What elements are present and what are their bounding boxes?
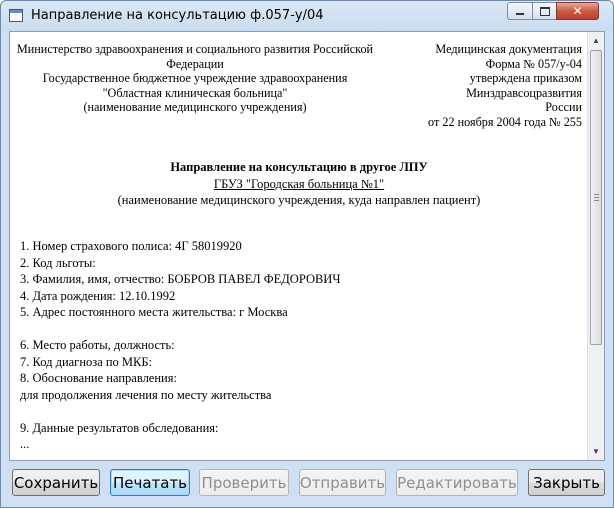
header-right: Медицинская документация Форма № 057/у-0… bbox=[352, 42, 582, 129]
field-line: 5. Адрес постоянного места жительства: г… bbox=[20, 305, 288, 319]
print-button[interactable]: Печатать bbox=[110, 469, 190, 496]
field-line: 7. Код диагноза по МКБ: bbox=[20, 354, 153, 369]
title-block: Направление на консультацию в другое ЛПУ… bbox=[10, 159, 588, 209]
app-window: Направление на консультацию ф.057-у/04 ✕… bbox=[0, 0, 614, 508]
field-list: 1. Номер страхового полиса: 4Г 58019920 … bbox=[20, 238, 340, 453]
send-button[interactable]: Отправить bbox=[299, 469, 386, 496]
header-right-line: Форма № 057/у-04 bbox=[485, 56, 582, 71]
vertical-scrollbar[interactable]: ▲ ▼ bbox=[587, 32, 604, 460]
scroll-up-arrow-icon[interactable]: ▲ bbox=[588, 32, 604, 49]
grip-line bbox=[594, 197, 599, 198]
field-line: 3. Фамилия, имя, отчество: БОБРОВ ПАВЕЛ … bbox=[20, 272, 341, 286]
check-button[interactable]: Проверить bbox=[199, 469, 289, 496]
grip-line bbox=[594, 200, 599, 201]
destination-name: ГБУЗ "Городская больница №1" bbox=[213, 176, 385, 191]
minimize-button[interactable] bbox=[507, 2, 533, 20]
close-icon: ✕ bbox=[572, 4, 583, 18]
scrollbar-thumb[interactable] bbox=[590, 50, 602, 345]
close-window-button[interactable]: ✕ bbox=[556, 2, 599, 20]
header-left-line: Министерство здравоохранения и социально… bbox=[16, 42, 374, 56]
field-line: 4. Дата рождения: 12.10.1992 bbox=[20, 288, 176, 303]
document-page: Министерство здравоохранения и социально… bbox=[10, 32, 588, 460]
maximize-icon bbox=[539, 6, 550, 16]
grip-line bbox=[594, 194, 599, 195]
header-right-line: утверждена приказом Минздравсоцразвития bbox=[466, 71, 582, 100]
field-line: для продолжения лечения по месту жительс… bbox=[20, 387, 272, 402]
header-left-line: "Областная клиническая больница" bbox=[102, 85, 288, 100]
field-line: 6. Место работы, должность: bbox=[20, 338, 175, 352]
field-line: 1. Номер страхового полиса: 4Г 58019920 bbox=[20, 239, 242, 253]
header-left-line: Федерации bbox=[166, 56, 224, 71]
maximize-button[interactable] bbox=[532, 2, 557, 20]
save-button[interactable]: Сохранить bbox=[12, 469, 100, 496]
close-button[interactable]: Закрыть bbox=[528, 469, 605, 496]
document-title: Направление на консультацию в другое ЛПУ bbox=[170, 160, 428, 174]
app-icon bbox=[9, 9, 23, 22]
header-right-line: Медицинская документация bbox=[435, 42, 582, 56]
header-left-line: Государственное бюджетное учреждение здр… bbox=[42, 71, 348, 85]
document-viewer[interactable]: Министерство здравоохранения и социально… bbox=[9, 31, 605, 461]
field-line: 2. Код льготы: bbox=[20, 255, 96, 270]
scroll-down-arrow-icon[interactable]: ▼ bbox=[588, 443, 604, 460]
field-line: 9. Данные результатов обследования: bbox=[20, 420, 219, 435]
header-right-line: России bbox=[545, 100, 582, 114]
edit-button[interactable]: Редактировать bbox=[396, 469, 518, 496]
field-line bbox=[20, 403, 340, 420]
header-right-line: от 22 ноября 2004 года № 255 bbox=[428, 114, 582, 129]
field-line: 8. Обоснование направления: bbox=[20, 371, 177, 385]
field-line bbox=[20, 321, 340, 338]
window-title: Направление на консультацию ф.057-у/04 bbox=[31, 8, 324, 23]
field-line: ... bbox=[20, 437, 30, 451]
header-left: Министерство здравоохранения и социально… bbox=[10, 42, 380, 115]
header-left-line: (наименование медицинского учреждения) bbox=[83, 100, 307, 114]
destination-caption: (наименование медицинского учреждения, к… bbox=[117, 193, 481, 207]
title-bar[interactable]: Направление на консультацию ф.057-у/04 ✕ bbox=[1, 1, 613, 31]
minimize-icon bbox=[516, 13, 524, 15]
